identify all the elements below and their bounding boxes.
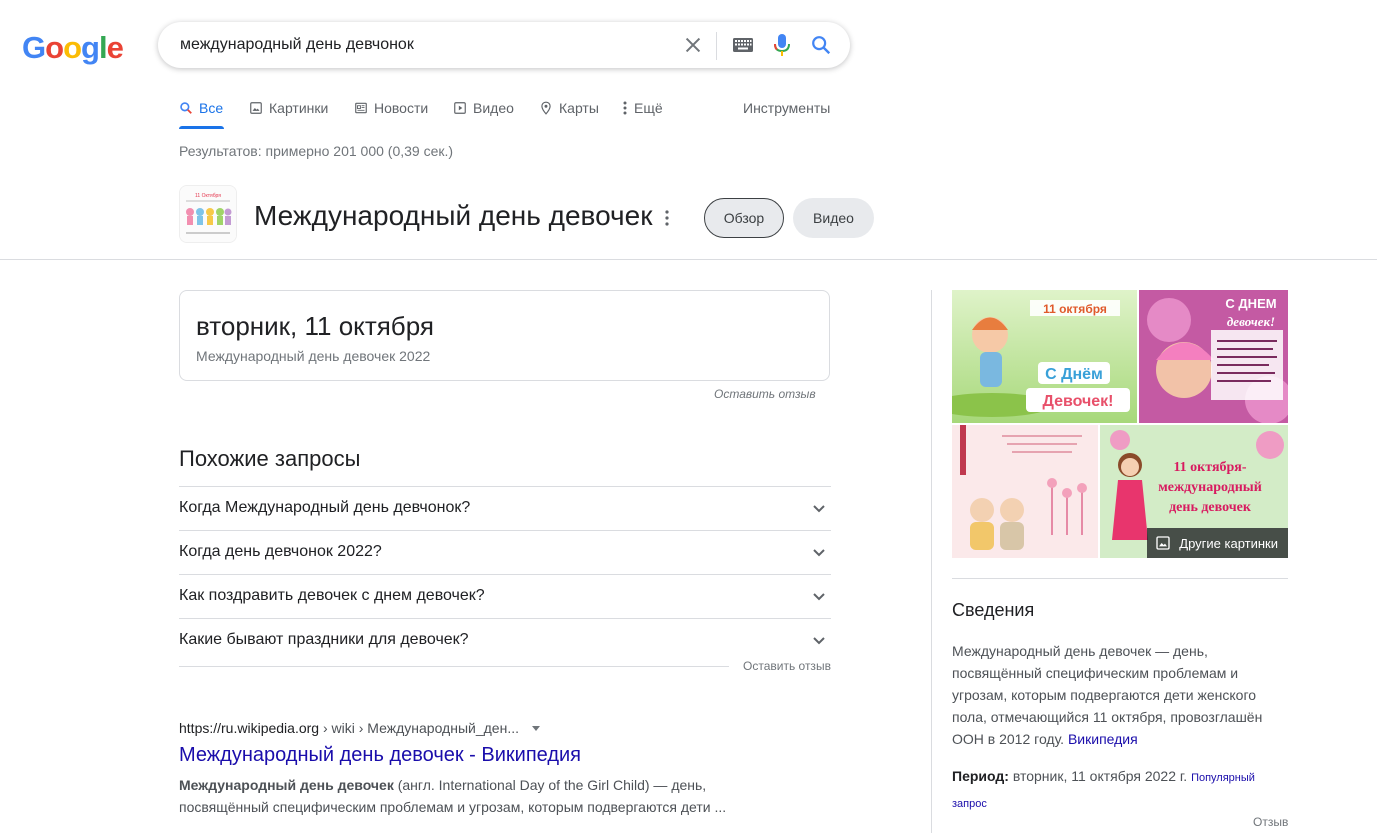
more-options-icon[interactable]	[662, 208, 672, 228]
related-question[interactable]: Какие бывают праздники для девочек?	[179, 618, 831, 662]
clear-icon[interactable]	[682, 34, 704, 56]
question-text: Когда Международный день девчонок?	[179, 499, 471, 516]
logo-letter: l	[98, 30, 108, 65]
question-text: Какие бывают праздники для девочек?	[179, 631, 469, 648]
related-questions-title: Похожие запросы	[179, 446, 361, 471]
caret-down-icon[interactable]	[531, 723, 541, 733]
active-tab-indicator	[179, 126, 224, 129]
result-path: › wiki › Международный_ден...	[319, 720, 519, 736]
tab-label: Картинки	[269, 100, 329, 116]
entity-thumbnail[interactable]: 11 Октября	[179, 185, 237, 243]
logo-letter: G	[22, 30, 46, 65]
answer-date: вторник, 11 октября	[196, 311, 434, 341]
more-vert-icon	[623, 101, 627, 115]
tab-maps[interactable]: Карты	[539, 100, 599, 116]
search-box[interactable]: международный день девчонок	[158, 22, 850, 68]
related-divider	[179, 666, 729, 667]
logo-letter: o	[45, 30, 64, 65]
search-icon	[180, 102, 192, 114]
date-answer-card: вторник, 11 октября Международный день д…	[179, 290, 830, 381]
chevron-down-icon	[813, 637, 825, 645]
news-icon	[355, 102, 367, 114]
feedback-link[interactable]: Оставить отзыв	[714, 387, 816, 401]
result-stats: Результатов: примерно 201 000 (0,39 сек.…	[179, 143, 454, 159]
search-tabs: Все Картинки Новости Видео Карты Ещё	[179, 96, 663, 130]
panel-image[interactable]: 11 октября С Днём Девочек!	[952, 290, 1137, 423]
tab-all[interactable]: Все	[179, 100, 223, 116]
logo-letter: e	[106, 30, 124, 65]
tools-button[interactable]: Инструменты	[743, 100, 830, 116]
tab-label: Карты	[559, 100, 599, 116]
image-icon	[250, 102, 262, 114]
snippet-bold: Международный день девочек	[179, 777, 394, 793]
tab-videos[interactable]: Видео	[453, 100, 514, 116]
image-4-line-3: день девочек	[1169, 500, 1252, 515]
panel-divider	[931, 290, 932, 833]
tab-label: Новости	[374, 100, 429, 116]
tab-label: Видео	[473, 100, 514, 116]
chevron-down-icon	[813, 593, 825, 601]
logo-letter: o	[63, 30, 82, 65]
header-divider	[0, 259, 1377, 260]
image-1-line-3: Девочек!	[1042, 393, 1113, 410]
tab-label: Ещё	[634, 100, 663, 116]
related-questions-list: Когда Международный день девчонок? Когда…	[179, 486, 831, 662]
search-input[interactable]: международный день девчонок	[180, 36, 414, 54]
image-icon	[1156, 536, 1170, 550]
image-1-line-1: 11 октября	[1043, 302, 1107, 316]
more-images-button[interactable]: Другие картинки	[1147, 528, 1288, 558]
chevron-down-icon	[813, 549, 825, 557]
thumbnail-caption: 11 Октября	[195, 193, 221, 199]
period-value: вторник, 11 октября 2022 г.	[1012, 768, 1188, 784]
panel-feedback-link[interactable]: Отзыв	[1253, 815, 1288, 829]
panel-divider-horizontal	[952, 578, 1288, 579]
tab-label: Все	[199, 100, 224, 116]
tab-news[interactable]: Новости	[354, 100, 428, 116]
related-question[interactable]: Как поздравить девочек с днем девочек?	[179, 574, 831, 618]
feedback-link[interactable]: Оставить отзыв	[743, 659, 831, 673]
map-pin-icon	[541, 101, 551, 115]
result-title-link[interactable]: Международный день девочек - Википедия	[179, 744, 581, 767]
panel-title: Сведения	[952, 600, 1035, 620]
chevron-down-icon	[813, 505, 825, 513]
logo-letter: g	[81, 30, 100, 65]
image-2-line-1: С ДНЕМ	[1225, 296, 1276, 311]
tab-more[interactable]: Ещё	[622, 100, 663, 116]
more-images-label: Другие картинки	[1179, 535, 1278, 551]
panel-image[interactable]: С ДНЕМ девочек!	[1139, 290, 1288, 423]
chip-video[interactable]: Видео	[793, 198, 874, 238]
play-icon	[454, 102, 466, 114]
image-1-line-2: С Днём	[1045, 366, 1103, 383]
question-text: Как поздравить девочек с днем девочек?	[179, 587, 485, 604]
entity-title: Международный день девочек	[254, 200, 653, 231]
panel-image[interactable]	[952, 425, 1098, 558]
image-4-line-2: международный	[1158, 480, 1262, 495]
related-question[interactable]: Когда день девчонок 2022?	[179, 530, 831, 574]
panel-description: Международный день девочек — день, посвя…	[952, 640, 1288, 750]
answer-subtitle: Международный день девочек 2022	[196, 348, 431, 364]
wikipedia-link[interactable]: Википедия	[1068, 731, 1138, 747]
google-logo[interactable]: Google	[22, 30, 124, 66]
image-grid: 11 октября С Днём Девочек! С ДНЕМ девоче…	[952, 290, 1288, 558]
search-icon[interactable]	[810, 34, 832, 56]
tab-images[interactable]: Картинки	[249, 100, 328, 116]
microphone-icon[interactable]	[772, 33, 792, 57]
related-question[interactable]: Когда Международный день девчонок?	[179, 486, 831, 530]
period-label: Период:	[952, 768, 1009, 784]
search-divider	[716, 32, 717, 60]
image-2-line-2: девочек!	[1227, 314, 1275, 329]
panel-period: Период: вторник, 11 октября 2022 г. Попу…	[952, 764, 1288, 816]
result-domain: https://ru.wikipedia.org	[179, 720, 320, 736]
result-snippet: Международный день девочек (англ. Intern…	[179, 774, 739, 818]
result-url[interactable]: https://ru.wikipedia.org › wiki › Междун…	[179, 720, 541, 736]
chip-overview[interactable]: Обзор	[704, 198, 784, 238]
question-text: Когда день девчонок 2022?	[179, 543, 382, 560]
keyboard-icon[interactable]	[732, 36, 754, 54]
image-4-line-1: 11 октября-	[1173, 460, 1246, 475]
